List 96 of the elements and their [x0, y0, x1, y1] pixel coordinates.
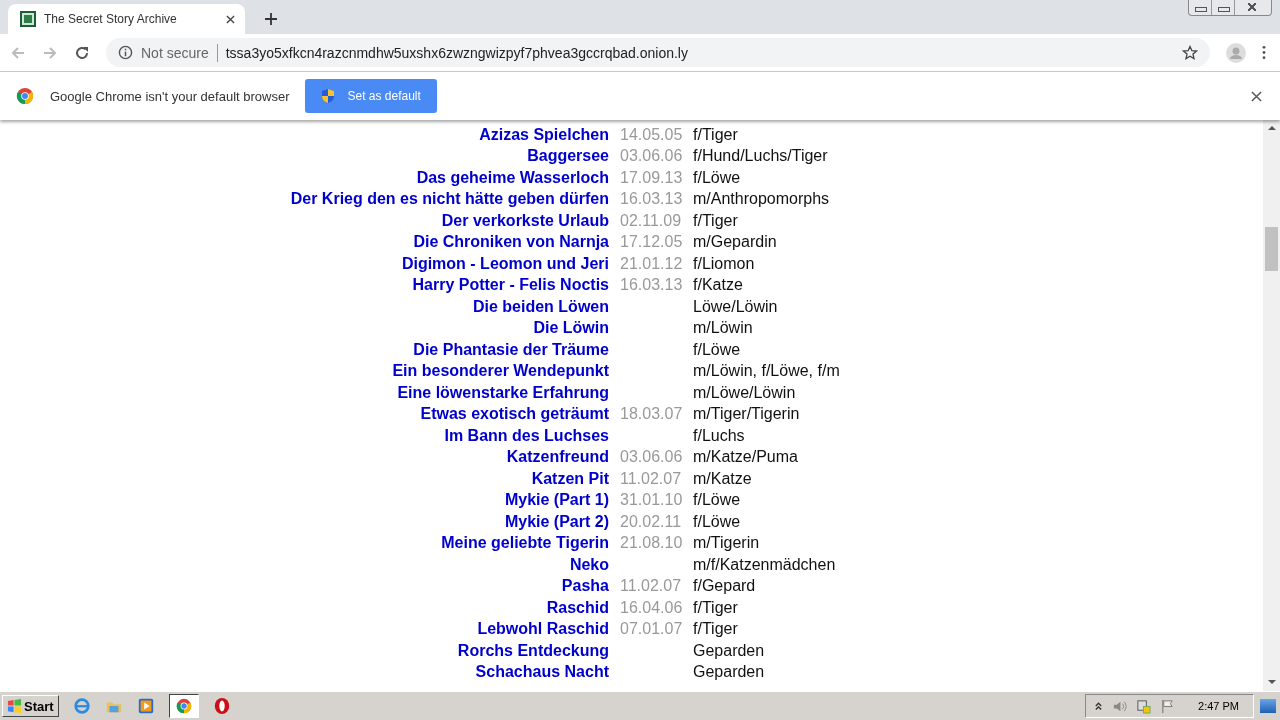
- infobar-message: Google Chrome isn't your default browser: [50, 88, 290, 104]
- story-link[interactable]: Neko: [569, 555, 609, 574]
- story-genre: f/Liomon: [693, 254, 755, 273]
- story-link[interactable]: Pasha: [561, 577, 609, 596]
- story-link[interactable]: Mykie (Part 2): [504, 512, 609, 531]
- chrome-logo-icon: [16, 87, 34, 105]
- story-date: 31.01.10: [619, 491, 683, 510]
- story-genre: m/Löwin, f/Löwe, f/m: [693, 362, 840, 381]
- story-date: 21.08.10: [619, 534, 683, 553]
- story-genre: f/Luchs: [693, 426, 745, 445]
- windows-logo-icon: [7, 698, 22, 714]
- story-link[interactable]: Der verkorkste Urlaub: [441, 211, 609, 230]
- story-genre: f/Tiger: [693, 125, 738, 144]
- story-genre: m/Tiger/Tigerin: [693, 405, 800, 424]
- story-genre: Löwe/Löwin: [693, 297, 778, 316]
- story-genre: m/Löwin: [693, 319, 753, 338]
- story-link[interactable]: Baggersee: [527, 147, 609, 166]
- chrome-logo-icon: [174, 697, 193, 715]
- story-genre: m/Katze: [693, 469, 752, 488]
- scroll-thumb[interactable]: [1265, 227, 1278, 271]
- tab-title: The Secret Story Archive: [44, 12, 178, 26]
- story-genre: Geparden: [693, 641, 765, 660]
- star-icon[interactable]: [1182, 44, 1198, 61]
- menu-icon[interactable]: [1262, 45, 1266, 60]
- address-bar[interactable]: Not secure tssa3yo5xfkcn4razcnmdhw5uxshx6zwzngwizpyf7phvea3gccrqbad.onion.ly: [106, 38, 1210, 67]
- story-link[interactable]: Die Löwin: [533, 319, 609, 338]
- story-link[interactable]: Im Bann des Luchses: [444, 426, 609, 445]
- story-date: 14.05.05: [619, 125, 683, 144]
- story-genre: m/Tigerin: [693, 534, 760, 553]
- security-label: Not secure: [141, 44, 209, 61]
- story-genre: f/Löwe: [693, 512, 741, 531]
- story-genre: m/Katze/Puma: [693, 448, 798, 467]
- story-link[interactable]: Harry Potter - Felis Noctis: [412, 276, 609, 295]
- story-link[interactable]: Mykie (Part 1): [504, 491, 609, 510]
- story-link[interactable]: Azizas Spielchen: [479, 125, 609, 144]
- story-link[interactable]: Raschid: [546, 598, 609, 617]
- story-genre: m/Löwe/Löwin: [693, 383, 796, 402]
- story-genre: f/Gepard: [693, 577, 756, 596]
- reload-icon[interactable]: [74, 44, 90, 61]
- story-link[interactable]: Die beiden Löwen: [473, 297, 609, 316]
- network-icon[interactable]: [1136, 698, 1152, 714]
- close-icon[interactable]: [1251, 90, 1262, 102]
- story-genre: f/Katze: [693, 276, 743, 295]
- story-link[interactable]: Katzen Pit: [531, 469, 609, 488]
- clock[interactable]: 2:47 PM: [1198, 700, 1239, 712]
- story-link[interactable]: Ein besonderer Wendepunkt: [392, 362, 609, 381]
- close-icon[interactable]: [226, 14, 235, 24]
- story-genre: f/Tiger: [693, 211, 738, 230]
- opera-icon[interactable]: [212, 697, 231, 715]
- story-date: 02.11.09: [619, 211, 682, 230]
- story-date: 17.09.13: [619, 168, 683, 187]
- story-date: 18.03.07: [619, 405, 683, 424]
- story-link[interactable]: Digimon - Leomon und Jeri: [401, 254, 609, 273]
- story-link[interactable]: Etwas exotisch geträumt: [420, 405, 609, 424]
- media-player-icon[interactable]: [136, 697, 155, 715]
- story-link[interactable]: Lebwohl Raschid: [477, 620, 609, 639]
- start-button[interactable]: Start: [2, 695, 59, 717]
- story-date: 16.03.13: [619, 190, 683, 209]
- site-favicon-icon: [20, 11, 36, 27]
- story-date: 07.01.07: [619, 620, 683, 639]
- story-date: 16.04.06: [619, 598, 683, 617]
- story-genre: m/Anthropomorphs: [693, 190, 830, 209]
- story-link[interactable]: Das geheime Wasserloch: [416, 168, 609, 187]
- story-link[interactable]: Der Krieg den es nicht hätte geben dürfen: [290, 190, 609, 209]
- story-link[interactable]: Schachaus Nacht: [475, 663, 609, 682]
- story-link[interactable]: Meine geliebte Tigerin: [441, 534, 609, 553]
- story-genre: f/Löwe: [693, 168, 741, 187]
- story-date: 16.03.13: [619, 276, 683, 295]
- story-genre: f/Löwe: [693, 340, 741, 359]
- story-date: 17.12.05: [619, 233, 683, 252]
- story-genre: f/Tiger: [693, 620, 738, 639]
- flag-icon[interactable]: [1160, 698, 1176, 714]
- info-icon[interactable]: [118, 45, 133, 60]
- chevron-up-icon[interactable]: [1094, 701, 1104, 711]
- taskbar-button[interactable]: [168, 694, 199, 718]
- story-genre: m/Gepardin: [693, 233, 777, 252]
- story-genre: m/f/Katzenmädchen: [693, 555, 836, 574]
- story-date: 03.06.06: [619, 147, 683, 166]
- story-date: 20.02.11: [619, 512, 682, 531]
- story-genre: f/Hund/Luchs/Tiger: [693, 147, 828, 166]
- story-date: 21.01.12: [619, 254, 683, 273]
- story-date: 03.06.06: [619, 448, 683, 467]
- browser-tab[interactable]: The Secret Story Archive: [8, 4, 245, 34]
- story-date: 11.02.07: [619, 577, 682, 596]
- url-text: tssa3yo5xfkcn4razcnmdhw5uxshx6zwzngwizpyf7phvea3gccrqbad.onion.ly: [225, 44, 689, 61]
- story-link[interactable]: Rorchs Entdeckung: [457, 641, 609, 660]
- new-tab-icon[interactable]: [265, 13, 277, 25]
- story-link[interactable]: Katzenfreund: [506, 448, 609, 467]
- story-date: 11.02.07: [619, 469, 682, 488]
- story-link[interactable]: Eine löwenstarke Erfahrung: [397, 383, 609, 402]
- shield-icon: [321, 88, 336, 104]
- story-genre: f/Löwe: [693, 491, 741, 510]
- story-link[interactable]: Die Chroniken von Narnja: [413, 233, 609, 252]
- story-genre: f/Tiger: [693, 598, 738, 617]
- story-genre: Geparden: [693, 663, 765, 682]
- story-link[interactable]: Die Phantasie der Träume: [413, 340, 609, 359]
